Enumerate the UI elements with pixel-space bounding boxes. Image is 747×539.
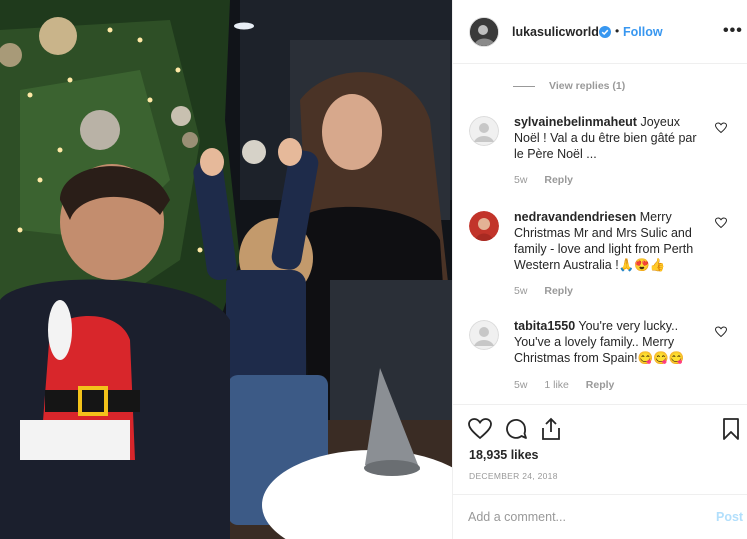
comment-age: 5w bbox=[514, 285, 528, 297]
follow-button[interactable]: Follow bbox=[623, 25, 663, 39]
comment-item: sylvainebelinmaheut Joyeux Noël ! Val a … bbox=[453, 114, 747, 196]
comment-item: tabita1550 You're very lucky.. You've a … bbox=[453, 318, 747, 400]
bookmark-icon[interactable] bbox=[719, 417, 743, 441]
commenter-avatar[interactable] bbox=[469, 211, 499, 241]
comment-body: tabita1550 You're very lucky.. You've a … bbox=[514, 318, 709, 366]
likes-count[interactable]: 18,935 likes bbox=[469, 448, 539, 462]
comment-like-icon[interactable] bbox=[715, 217, 727, 229]
comment-meta: 5w Reply bbox=[514, 174, 587, 186]
replies-divider-line bbox=[513, 85, 535, 87]
comment-body: nedravandendriesen Merry Christmas Mr an… bbox=[514, 209, 709, 273]
post-comment-button[interactable]: Post bbox=[716, 510, 743, 524]
reply-button[interactable]: Reply bbox=[586, 379, 615, 391]
author-username[interactable]: lukasulicworld bbox=[512, 25, 599, 39]
comment-meta: 5w 1 like Reply bbox=[514, 379, 628, 391]
post-photo[interactable] bbox=[0, 0, 452, 539]
comment-input[interactable] bbox=[468, 507, 698, 527]
comment-composer: Post bbox=[453, 494, 747, 539]
post-actions: 18,935 likes DECEMBER 24, 2018 bbox=[453, 404, 747, 494]
post-date[interactable]: DECEMBER 24, 2018 bbox=[469, 471, 558, 481]
comments-list: View replies (1) sylvainebelinmaheut Joy… bbox=[453, 64, 747, 404]
view-replies-label: View replies (1) bbox=[549, 80, 626, 92]
comment-username[interactable]: sylvainebelinmaheut bbox=[514, 115, 637, 129]
comment-meta: 5w Reply bbox=[514, 285, 587, 297]
comment-like-icon[interactable] bbox=[715, 122, 727, 134]
commenter-avatar[interactable] bbox=[469, 116, 499, 146]
comment-username[interactable]: nedravandendriesen bbox=[514, 210, 636, 224]
comment-age: 5w bbox=[514, 379, 528, 391]
separator-dot: • bbox=[615, 24, 620, 38]
comment-item: nedravandendriesen Merry Christmas Mr an… bbox=[453, 209, 747, 301]
comment-age: 5w bbox=[514, 174, 528, 186]
view-replies-link[interactable]: View replies (1) bbox=[513, 80, 625, 92]
more-options-icon[interactable]: ••• bbox=[723, 22, 743, 40]
post-header: lukasulicworld • Follow ••• bbox=[453, 0, 747, 64]
family-christmas-photo bbox=[0, 0, 452, 539]
share-icon[interactable] bbox=[539, 417, 563, 441]
comment-username[interactable]: tabita1550 bbox=[514, 319, 575, 333]
post-sidebar: lukasulicworld • Follow ••• View replies… bbox=[452, 0, 747, 539]
commenter-avatar[interactable] bbox=[469, 320, 499, 350]
reply-button[interactable]: Reply bbox=[544, 174, 573, 186]
author-avatar[interactable] bbox=[469, 17, 499, 47]
comment-icon[interactable] bbox=[504, 417, 528, 441]
comment-likes[interactable]: 1 like bbox=[544, 379, 569, 391]
comment-body: sylvainebelinmaheut Joyeux Noël ! Val a … bbox=[514, 114, 709, 162]
comment-like-icon[interactable] bbox=[715, 326, 727, 338]
verified-badge-icon bbox=[599, 26, 611, 38]
reply-button[interactable]: Reply bbox=[544, 285, 573, 297]
heart-icon[interactable] bbox=[468, 417, 492, 441]
